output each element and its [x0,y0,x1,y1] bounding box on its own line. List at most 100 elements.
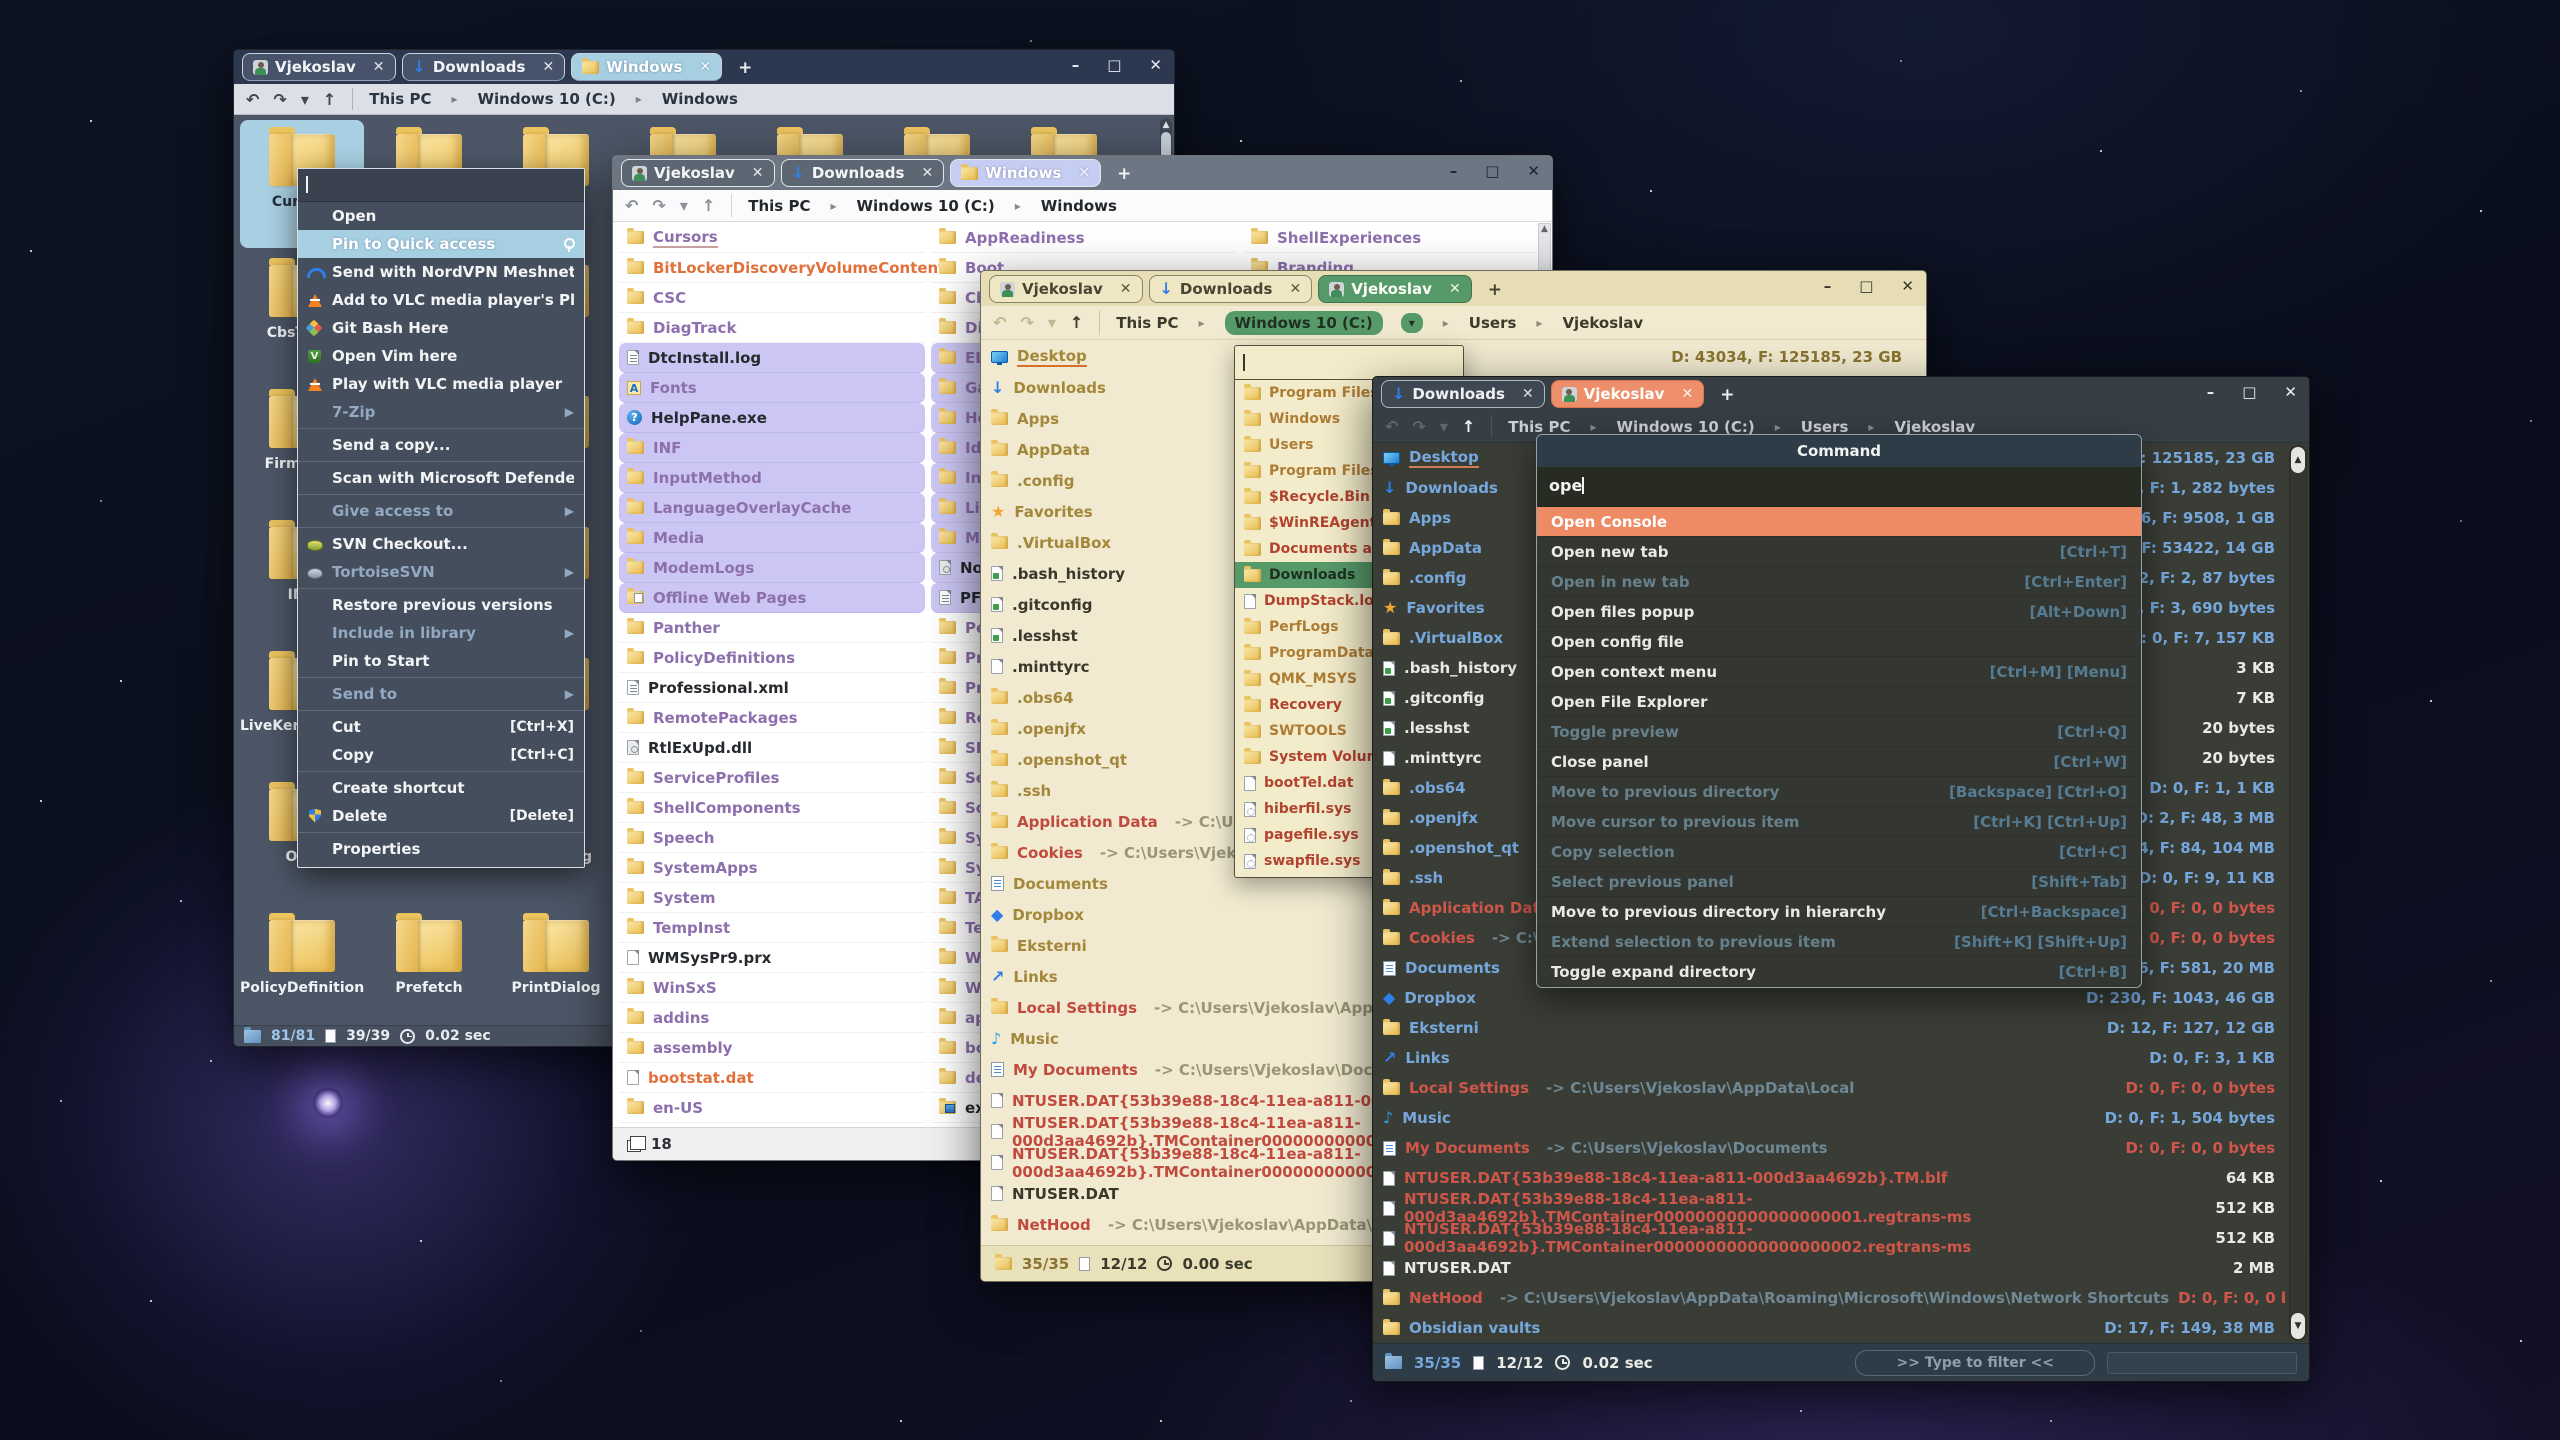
file-row-panther[interactable]: Panther [619,613,925,643]
icon-tile-policydefinitions[interactable]: PolicyDefinitions [240,906,364,1025]
new-tab-button[interactable]: + [1488,280,1502,300]
minimize-button[interactable]: – [1450,162,1458,180]
menu-item-7-zip[interactable]: 7-Zip▶ [298,398,584,426]
nav-up-icon[interactable]: ↑ [702,196,715,215]
close-button[interactable]: ✕ [1527,162,1540,180]
breadcrumb-this-pc[interactable]: This PC [1508,418,1570,436]
palette-item-open-in-new-tab[interactable]: Open in new tab[Ctrl+Enter] [1537,567,2141,597]
nav-up-icon[interactable]: ↑ [323,90,336,109]
palette-item-open-console[interactable]: Open Console [1537,507,2141,537]
menu-item-delete[interactable]: Delete[Delete] [298,802,584,830]
palette-item-extend-selection-to-previous-item[interactable]: Extend selection to previous item[Shift+… [1537,927,2141,957]
breadcrumb-this-pc[interactable]: This PC [748,197,810,215]
file-row-languageoverlaycache[interactable]: LanguageOverlayCache [619,493,925,523]
file-row-local-settings[interactable]: Local Settings-> C:\Users\Vjekoslav\AppD… [1373,1073,2285,1103]
file-row-serviceprofiles[interactable]: ServiceProfiles [619,763,925,793]
file-row-dtcinstall-log[interactable]: DtcInstall.log [619,343,925,373]
file-row-ntuser-dat[interactable]: NTUSER.DAT2 MB [1373,1253,2285,1283]
file-row-en-us[interactable]: en-US [619,1093,925,1123]
breadcrumb-this-pc[interactable]: This PC [1116,314,1178,332]
breadcrumb-users[interactable]: Users [1801,418,1849,436]
file-row-system[interactable]: System [619,883,925,913]
file-row-remotepackages[interactable]: RemotePackages [619,703,925,733]
menu-item-add-to-vlc-media-player-s-playlist[interactable]: Add to VLC media player's Playlist [298,286,584,314]
tab-vjekoslav[interactable]: Vjekoslav✕ [1551,380,1705,408]
palette-item-open-context-menu[interactable]: Open context menu[Ctrl+M] [Menu] [1537,657,2141,687]
file-row-appreadiness[interactable]: AppReadiness [931,223,1237,253]
nav-back-icon[interactable]: ↶ [246,90,259,109]
file-row-nethood[interactable]: NetHood-> C:\Users\Vjekoslav\AppData\Roa… [1373,1283,2285,1313]
breadcrumb-windows[interactable]: Windows [1041,197,1117,215]
menu-item-open-vim-here[interactable]: Open Vim here [298,342,584,370]
maximize-button[interactable]: □ [1859,277,1873,295]
file-row-rtlexupd-dll[interactable]: RtlExUpd.dll [619,733,925,763]
file-row-csc[interactable]: CSC [619,283,925,313]
menu-item-send-to[interactable]: Send to▶ [298,680,584,708]
icon-tile-printdialog[interactable]: PrintDialog [494,906,618,1025]
menu-item-play-with-vlc-media-player[interactable]: Play with VLC media player [298,370,584,398]
menu-item-properties[interactable]: Properties [298,835,584,863]
menu-item-create-shortcut[interactable]: Create shortcut [298,774,584,802]
file-row-shellexperiences[interactable]: ShellExperiences [1243,223,1537,253]
tab-vjekoslav[interactable]: Vjekoslav✕ [242,53,396,81]
file-row-media[interactable]: Media [619,523,925,553]
menu-item-svn-checkout-[interactable]: SVN Checkout... [298,530,584,558]
icon-tile-prefetch[interactable]: Prefetch [367,906,491,1025]
file-row-wmsyspr9-prx[interactable]: WMSysPr9.prx [619,943,925,973]
breadcrumb-vjekoslav[interactable]: Vjekoslav [1562,314,1643,332]
palette-item-move-to-previous-directory-in-hierarchy[interactable]: Move to previous directory in hierarchy[… [1537,897,2141,927]
nav-forward-icon[interactable]: ↷ [1020,313,1033,332]
file-row-eksterni[interactable]: EksterniD: 12, F: 127, 12 GB [1373,1013,2285,1043]
close-tab-icon[interactable]: ✕ [752,165,764,181]
palette-item-copy-selection[interactable]: Copy selection[Ctrl+C] [1537,837,2141,867]
nav-forward-icon[interactable]: ↷ [652,196,665,215]
file-row-bitlockerdiscoveryvolumecontents[interactable]: BitLockerDiscoveryVolumeContents [619,253,925,283]
nav-history-icon[interactable]: ▾ [680,196,688,215]
file-row-policydefinitions[interactable]: PolicyDefinitions [619,643,925,673]
breadcrumb-windows-10-c-[interactable]: Windows 10 (C:) [1225,311,1383,335]
file-row-bootstat-dat[interactable]: bootstat.dat [619,1063,925,1093]
nav-back-icon[interactable]: ↶ [625,196,638,215]
minimize-button[interactable]: – [1072,56,1080,74]
type-to-filter-button[interactable]: >> Type to filter << [1855,1350,2095,1376]
file-row-tempinst[interactable]: TempInst [619,913,925,943]
file-row-fonts[interactable]: AFonts [619,373,925,403]
tab-vjekoslav[interactable]: Vjekoslav✕ [621,159,775,187]
file-row-cursors[interactable]: Cursors [619,223,925,253]
file-row-links[interactable]: ↗LinksD: 0, F: 3, 1 KB [1373,1043,2285,1073]
menu-item-send-a-copy-[interactable]: Send a copy... [298,431,584,459]
nav-forward-icon[interactable]: ↷ [1412,417,1425,436]
file-row-shellcomponents[interactable]: ShellComponents [619,793,925,823]
minimize-button[interactable]: – [2207,383,2215,401]
menu-item-restore-previous-versions[interactable]: Restore previous versions [298,591,584,619]
menu-item-include-in-library[interactable]: Include in library▶ [298,619,584,647]
popup-filter-input[interactable] [1235,346,1463,380]
close-tab-icon[interactable]: ✕ [1120,281,1132,297]
close-tab-icon[interactable]: ✕ [1289,281,1301,297]
breadcrumb-dropdown-button[interactable]: ▾ [1401,313,1423,333]
close-tab-icon[interactable]: ✕ [1681,386,1693,402]
new-tab-button[interactable]: + [738,58,752,78]
file-row-offline-web-pages[interactable]: Offline Web Pages [619,583,925,613]
palette-item-open-file-explorer[interactable]: Open File Explorer [1537,687,2141,717]
close-tab-icon[interactable]: ✕ [373,59,385,75]
tab-vjekoslav[interactable]: Vjekoslav✕ [1318,275,1472,303]
palette-item-open-config-file[interactable]: Open config file [1537,627,2141,657]
palette-item-open-files-popup[interactable]: Open files popup[Alt+Down] [1537,597,2141,627]
palette-item-toggle-preview[interactable]: Toggle preview[Ctrl+Q] [1537,717,2141,747]
menu-item-pin-to-quick-access[interactable]: Pin to Quick access [298,230,584,258]
breadcrumb-vjekoslav[interactable]: Vjekoslav [1894,418,1975,436]
file-row-ntuser-dat-53b39e88-18c4-11ea-a811-000d3[interactable]: NTUSER.DAT{53b39e88-18c4-11ea-a811-000d3… [1373,1193,2285,1223]
close-button[interactable]: ✕ [1901,277,1914,295]
close-tab-icon[interactable]: ✕ [699,59,711,75]
palette-item-move-cursor-to-previous-item[interactable]: Move cursor to previous item[Ctrl+K] [Ct… [1537,807,2141,837]
file-row-addins[interactable]: addins [619,1003,925,1033]
breadcrumb-users[interactable]: Users [1469,314,1517,332]
menu-item-git-bash-here[interactable]: Git Bash Here [298,314,584,342]
scroll-up-icon[interactable]: ▲ [1160,120,1172,130]
nav-history-icon[interactable]: ▾ [1440,417,1448,436]
menu-item-cut[interactable]: Cut[Ctrl+X] [298,713,584,741]
menu-item-pin-to-start[interactable]: Pin to Start [298,647,584,675]
nav-back-icon[interactable]: ↶ [993,313,1006,332]
tab-downloads[interactable]: ↓Downloads✕ [1149,275,1313,303]
